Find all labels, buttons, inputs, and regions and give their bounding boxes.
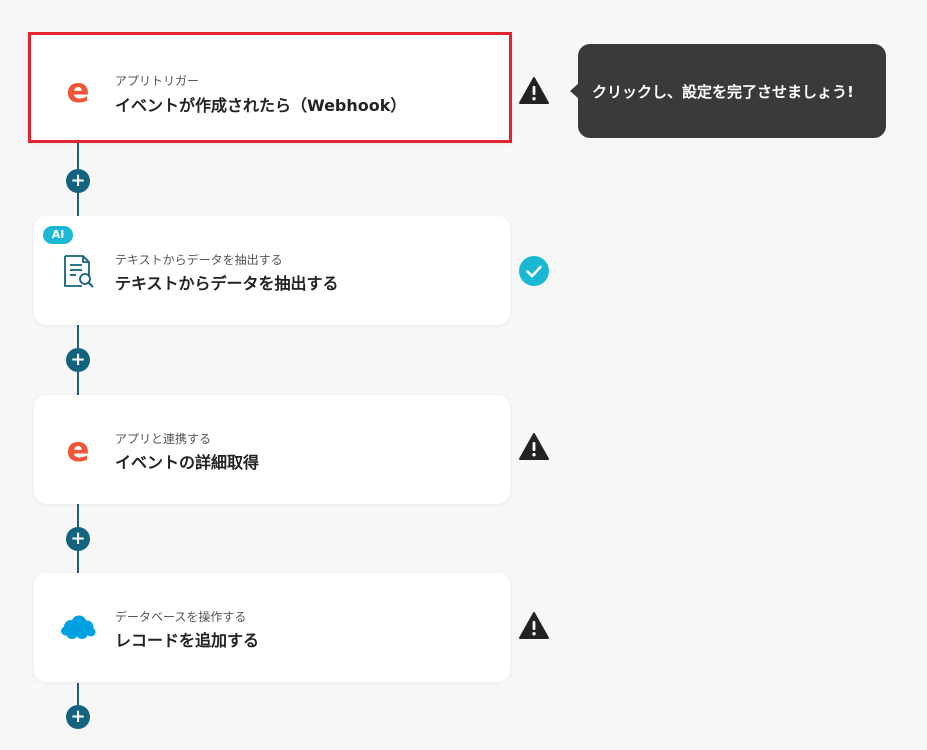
step-title: レコードを追加する [115,631,260,650]
step-kind-label: アプリトリガー [115,74,200,88]
check-circle-icon [519,256,549,286]
ai-badge: AI [43,226,73,244]
flow-step-add-record[interactable]: データベースを操作する レコードを追加する [34,573,510,682]
warning-icon[interactable] [518,610,550,642]
step-title: イベントが作成されたら（Webhook） [115,96,407,115]
tooltip-text: クリックし、設定を完了させましょう! [592,82,854,101]
setup-tooltip: クリックし、設定を完了させましょう! [578,44,886,138]
step-kind-label: アプリと連携する [115,432,212,446]
salesforce-icon [61,615,96,639]
svg-text:e: e [66,73,89,109]
add-step-button[interactable]: + [66,169,90,193]
document-search-icon [64,255,94,288]
flow-step-trigger[interactable]: e アプリトリガー イベントが作成されたら（Webhook） [28,32,512,143]
add-step-button[interactable]: + [66,527,90,551]
add-step-button[interactable]: + [66,348,90,372]
eventbrite-icon: e [66,432,89,468]
eventbrite-icon: e [66,73,89,109]
step-title: テキストからデータを抽出する [115,274,339,293]
flow-step-get-event-details[interactable]: e アプリと連携する イベントの詳細取得 [34,395,510,504]
svg-text:e: e [66,432,89,468]
step-kind-label: テキストからデータを抽出する [115,253,283,267]
warning-icon[interactable] [518,75,550,107]
flow-step-extract-text[interactable]: AI テキストからデータを抽出する テキストからデータを抽出する [34,216,510,325]
add-step-button[interactable]: + [66,705,90,729]
warning-icon[interactable] [518,431,550,463]
step-kind-label: データベースを操作する [115,610,247,624]
step-title: イベントの詳細取得 [115,453,260,472]
